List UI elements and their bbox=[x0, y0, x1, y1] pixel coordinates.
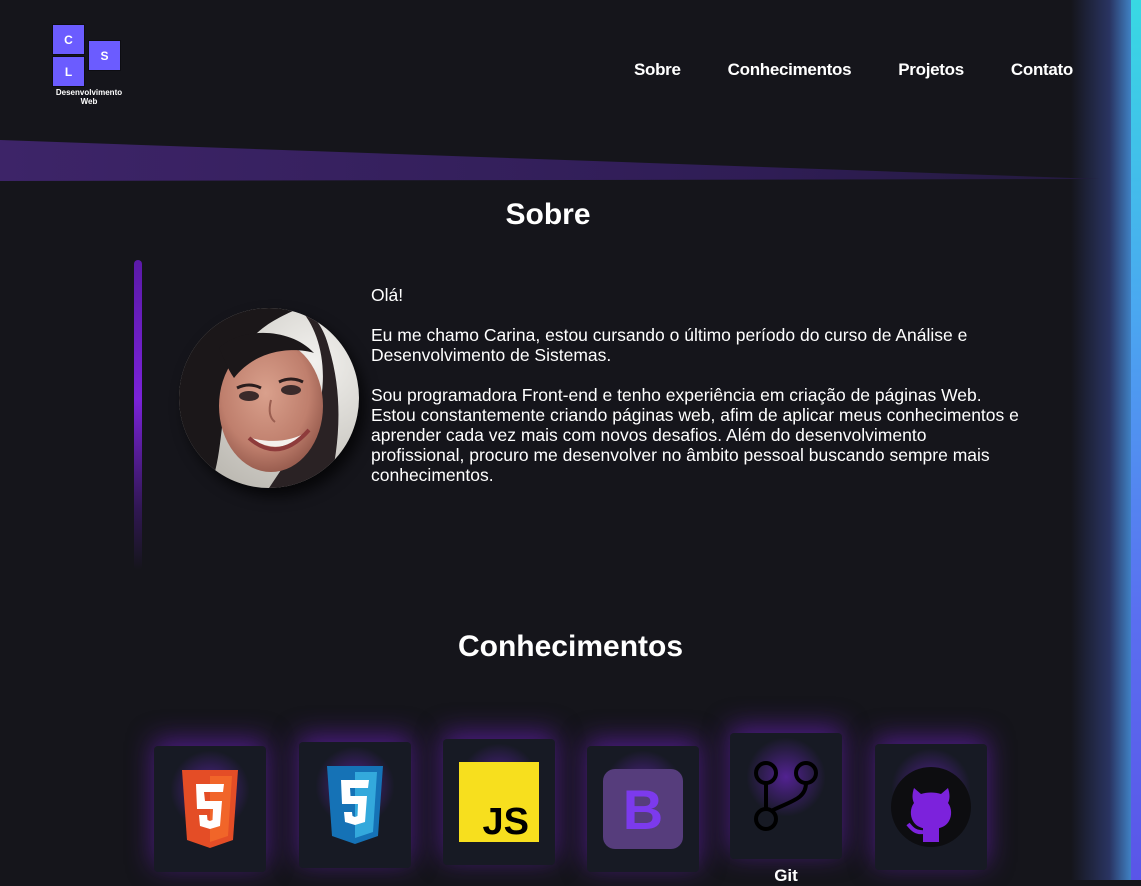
logo-caption-line1: Desenvolvimento bbox=[55, 88, 123, 97]
logo-caption-line2: Web bbox=[80, 97, 98, 106]
nav-link-sobre[interactable]: Sobre bbox=[634, 60, 681, 80]
sobre-side-accent-line bbox=[134, 260, 142, 570]
logo-caption: Desenvolvimento Web bbox=[46, 88, 132, 106]
profile-avatar bbox=[179, 308, 359, 488]
nav-link-contato[interactable]: Contato bbox=[1011, 60, 1073, 80]
header-divider-band bbox=[0, 140, 1100, 181]
logo-letter-c: C bbox=[52, 24, 85, 55]
about-paragraph-1: Eu me chamo Carina, estou cursando o últ… bbox=[371, 325, 968, 365]
bootstrap-icon: B bbox=[603, 769, 683, 849]
skill-card-github[interactable] bbox=[875, 744, 987, 870]
main-nav: Sobre Conhecimentos Projetos Contato bbox=[634, 60, 1073, 80]
svg-text:JS: JS bbox=[483, 801, 529, 842]
skill-card-javascript[interactable]: JS bbox=[443, 739, 555, 865]
about-greeting: Olá! bbox=[371, 285, 404, 305]
skill-card-git[interactable] bbox=[730, 733, 842, 859]
skill-card-css3[interactable] bbox=[299, 742, 411, 868]
html5-icon bbox=[182, 770, 238, 848]
right-edge-gradient bbox=[1071, 0, 1141, 880]
site-logo[interactable]: C S L Desenvolvimento Web bbox=[52, 24, 126, 110]
logo-letter-s: S bbox=[88, 40, 121, 71]
conhecimentos-title: Conhecimentos bbox=[457, 630, 684, 663]
logo-letter-l: L bbox=[52, 56, 85, 87]
skill-card-bootstrap[interactable]: B bbox=[587, 746, 699, 872]
about-text: Olá! Eu me chamo Carina, estou cursando … bbox=[371, 285, 1021, 485]
skill-card-html5[interactable] bbox=[154, 746, 266, 872]
skill-label-git: Git bbox=[774, 866, 798, 885]
javascript-icon: JS bbox=[459, 762, 539, 842]
about-paragraph-2: Sou programadora Front-end e tenho exper… bbox=[371, 385, 1019, 485]
github-icon bbox=[891, 767, 971, 847]
svg-text:B: B bbox=[623, 778, 663, 841]
git-icon bbox=[754, 761, 818, 831]
nav-link-projetos[interactable]: Projetos bbox=[898, 60, 964, 80]
sobre-title: Sobre bbox=[505, 198, 591, 231]
css3-icon bbox=[327, 766, 383, 844]
nav-link-conhecimentos[interactable]: Conhecimentos bbox=[728, 60, 852, 80]
